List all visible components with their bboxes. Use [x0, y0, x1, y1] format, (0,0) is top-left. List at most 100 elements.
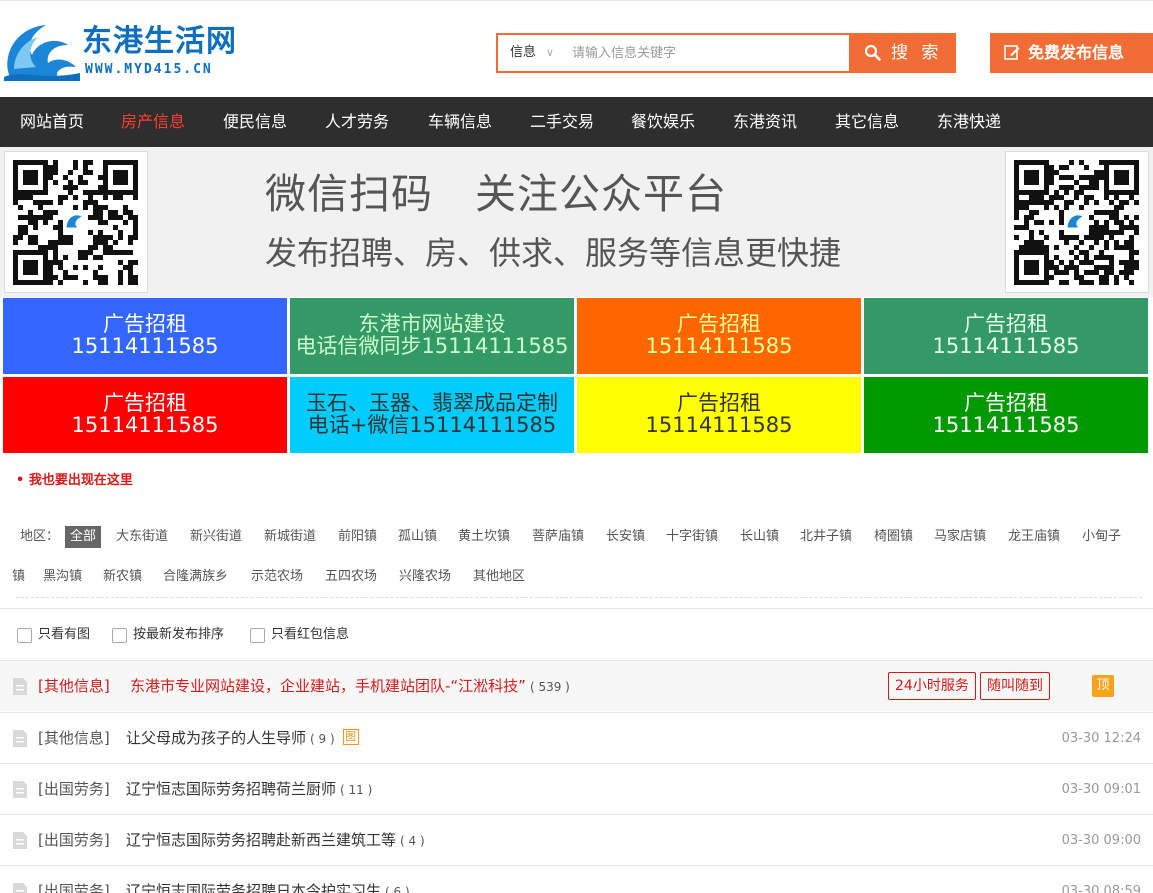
listing-category[interactable]: [出国劳务] — [38, 778, 110, 800]
wechat-banner[interactable]: 微信扫码 关注公众平台 发布招聘、房、供求、服务等信息更快捷 — [0, 147, 1153, 297]
ad-tile[interactable]: 广告招租 15114111585 — [864, 377, 1148, 453]
chevron-down-icon[interactable]: ∨ — [546, 35, 554, 71]
listing-title[interactable]: 辽宁恒志国际劳务招聘赴新西兰建筑工等( 4 ) — [126, 829, 425, 852]
area-item[interactable]: 北井子镇 — [800, 526, 852, 548]
nav-item-dining[interactable]: 餐饮娱乐 — [631, 97, 695, 147]
nav-item-news[interactable]: 东港资讯 — [733, 97, 797, 147]
edit-icon — [1004, 45, 1020, 60]
listing-category[interactable]: [出国劳务] — [38, 829, 110, 851]
ad-tile[interactable]: 广告招租 15114111585 — [577, 377, 861, 453]
document-icon — [13, 883, 27, 893]
table-row[interactable]: [出国劳务] 辽宁恒志国际劳务招聘荷兰厨师( 11 ) 03-30 09:01 — [0, 763, 1153, 814]
search-input[interactable] — [572, 37, 842, 69]
table-row[interactable]: [出国劳务] 辽宁恒志国际劳务招聘赴新西兰建筑工等( 4 ) 03-30 09:… — [0, 814, 1153, 865]
area-item[interactable]: 孤山镇 — [398, 526, 437, 548]
area-item[interactable]: 新兴街道 — [190, 526, 242, 548]
listing-tag: 随叫随到 — [980, 672, 1050, 700]
table-row[interactable]: [出国劳务] 辽宁恒志国际劳务招聘日本今护实习生( 6 ) 03-30 08:5… — [0, 865, 1153, 893]
ad-line1: 广告招租 — [964, 391, 1048, 415]
area-item[interactable]: 长山镇 — [740, 526, 779, 548]
listing-category[interactable]: [出国劳务] — [38, 880, 110, 893]
nav-item-other[interactable]: 其它信息 — [835, 97, 899, 147]
nav-item-services[interactable]: 便民信息 — [223, 97, 287, 147]
only-redpacket-label[interactable]: 只看红包信息 — [271, 625, 349, 645]
nav-item-vehicles[interactable]: 车辆信息 — [428, 97, 492, 147]
area-item[interactable]: 其他地区 — [473, 566, 525, 588]
ad-tile[interactable]: 广告招租 15114111585 — [577, 298, 861, 374]
publish-button[interactable]: 免费发布信息 — [990, 33, 1153, 73]
area-item[interactable]: 五四农场 — [325, 566, 377, 588]
ad-line2: 电话信微同步15114111585 — [295, 334, 569, 358]
listing-title[interactable]: 辽宁恒志国际劳务招聘荷兰厨师( 11 ) — [126, 778, 372, 801]
ad-line1: 玉石、玉器、翡翠成品定制 — [306, 391, 558, 415]
area-item[interactable]: 示范农场 — [251, 566, 303, 588]
area-item[interactable]: 黑沟镇 — [43, 566, 82, 588]
search-button[interactable]: 搜 索 — [849, 33, 956, 73]
area-item[interactable]: 合隆满族乡 — [163, 566, 228, 588]
search-category-select[interactable]: 信息 — [510, 35, 536, 71]
area-item[interactable]: 新农镇 — [103, 566, 142, 588]
only-redpacket-checkbox[interactable] — [250, 628, 265, 643]
area-item[interactable]: 马家店镇 — [934, 526, 986, 548]
promo-link[interactable]: • 我也要出现在这里 — [16, 471, 133, 491]
qr-code-icon — [1005, 151, 1149, 293]
ad-line1: 东港市网站建设 — [358, 312, 506, 336]
area-item[interactable]: 小甸子 — [1082, 526, 1121, 548]
listing-title-text: 辽宁恒志国际劳务招聘赴新西兰建筑工等 — [126, 831, 397, 849]
area-item[interactable]: 龙王庙镇 — [1008, 526, 1060, 548]
area-item[interactable]: 长安镇 — [606, 526, 645, 548]
listing-view-count: ( 6 ) — [385, 885, 410, 893]
document-icon — [13, 730, 27, 747]
publish-button-label: 免费发布信息 — [1028, 43, 1125, 62]
nav-item-home[interactable]: 网站首页 — [20, 97, 84, 147]
ad-line2: 电话+微信15114111585 — [307, 413, 557, 437]
area-item[interactable]: 前阳镇 — [338, 526, 377, 548]
area-item[interactable]: 新城街道 — [264, 526, 316, 548]
table-row[interactable]: [其他信息] 东港市专业网站建设，企业建站，手机建站团队-“江淞科技”( 539… — [0, 660, 1153, 711]
nav-item-secondhand[interactable]: 二手交易 — [530, 97, 594, 147]
ad-tile[interactable]: 广告招租 15114111585 — [3, 377, 287, 453]
listing-title-text: 辽宁恒志国际劳务招聘荷兰厨师 — [126, 780, 337, 798]
ad-tile[interactable]: 东港市网站建设 电话信微同步15114111585 — [290, 298, 574, 374]
nav-item-express[interactable]: 东港快递 — [937, 97, 1001, 147]
listing-view-count: ( 9 ) — [310, 732, 335, 746]
area-item-all[interactable]: 全部 — [65, 526, 102, 548]
listing-view-count: ( 539 ) — [529, 680, 570, 694]
ad-tile[interactable]: 广告招租 15114111585 — [3, 298, 287, 374]
ad-line1: 广告招租 — [103, 391, 187, 415]
only-pictures-label[interactable]: 只看有图 — [38, 625, 90, 645]
sort-newest-checkbox[interactable] — [112, 628, 127, 643]
listing-title[interactable]: 辽宁恒志国际劳务招聘日本今护实习生( 6 ) — [126, 880, 410, 893]
has-picture-icon: 图 — [342, 728, 359, 745]
listing-category[interactable]: [其他信息] — [38, 727, 110, 749]
ad-line2: 15114111585 — [932, 334, 1080, 358]
pinned-badge: 顶 — [1092, 675, 1114, 697]
listing-title[interactable]: 东港市专业网站建设，企业建站，手机建站团队-“江淞科技”( 539 ) — [130, 675, 570, 698]
area-item[interactable]: 黄土坎镇 — [458, 526, 510, 548]
search-box: 信息 ∨ 搜 索 — [496, 33, 956, 73]
table-row[interactable]: [其他信息] 让父母成为孩子的人生导师( 9 ) 图 03-30 12:24 — [0, 712, 1153, 763]
area-item[interactable]: 镇 — [12, 566, 25, 588]
area-item[interactable]: 兴隆农场 — [399, 566, 451, 588]
sort-newest-label[interactable]: 按最新发布排序 — [133, 625, 224, 645]
only-pictures-checkbox[interactable] — [17, 628, 32, 643]
ad-line2: 15114111585 — [645, 334, 793, 358]
ad-line1: 广告招租 — [677, 312, 761, 336]
search-icon — [864, 44, 881, 61]
ad-tile[interactable]: 玉石、玉器、翡翠成品定制 电话+微信15114111585 — [290, 377, 574, 453]
area-item[interactable]: 菩萨庙镇 — [532, 526, 584, 548]
area-item[interactable]: 椅圈镇 — [874, 526, 913, 548]
nav-item-property[interactable]: 房产信息 — [121, 97, 185, 147]
site-logo[interactable]: 东港生活网 WWW.MYD415.CN — [2, 19, 257, 83]
area-filter-label: 地区： — [20, 529, 60, 544]
area-item[interactable]: 十字街镇 — [666, 526, 718, 548]
listing-category[interactable]: [其他信息] — [38, 675, 110, 697]
area-item[interactable]: 大东街道 — [116, 526, 168, 548]
listing-time: 03-30 08:59 — [1061, 884, 1141, 893]
header: 东港生活网 WWW.MYD415.CN 信息 ∨ 搜 索 免费发布信息 — [0, 0, 1153, 97]
listing-title[interactable]: 让父母成为孩子的人生导师( 9 ) 图 — [126, 727, 359, 750]
nav-item-jobs[interactable]: 人才劳务 — [325, 97, 389, 147]
listing-time: 03-30 12:24 — [1061, 731, 1141, 746]
logo-url: WWW.MYD415.CN — [85, 62, 213, 77]
ad-tile[interactable]: 广告招租 15114111585 — [864, 298, 1148, 374]
